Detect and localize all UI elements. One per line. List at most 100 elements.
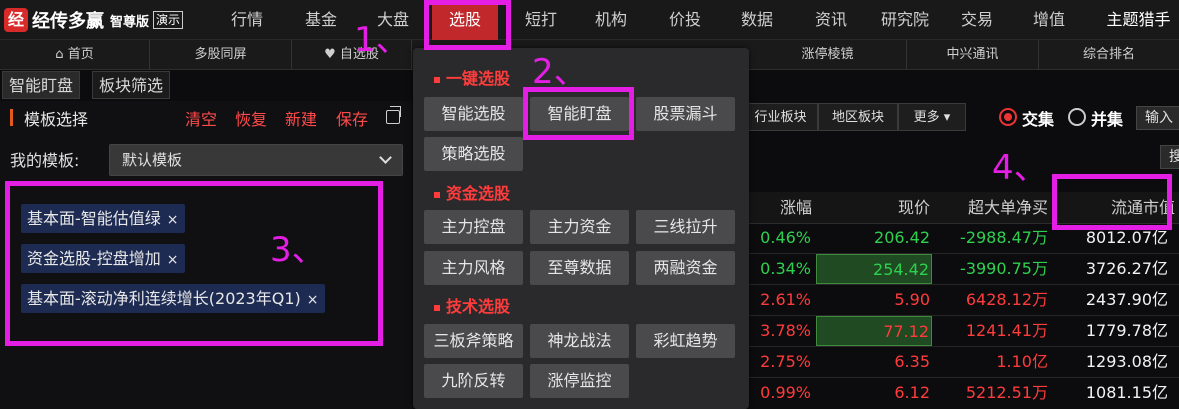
menu-main-style[interactable]: 主力风格: [424, 251, 523, 285]
subnav-home-label: 首页: [67, 47, 94, 62]
row-change: 0.46%: [760, 228, 811, 247]
menu-limitup-monitor[interactable]: 涨停监控: [530, 364, 629, 398]
annotation-box-2: [523, 87, 634, 140]
row-change: 0.34%: [760, 259, 811, 278]
bullet-icon: [434, 304, 440, 311]
annotation-label-3: 3、: [270, 230, 326, 270]
annotation-label-1: 1、: [354, 20, 410, 60]
row-net-buy: 1.10亿: [996, 352, 1048, 371]
more-button[interactable]: 更多 ▾: [898, 103, 966, 131]
row-price: 6.12: [894, 383, 930, 402]
app-name: 经传多赢: [32, 11, 104, 32]
col-super-net-buy[interactable]: 超大单净买: [940, 193, 1048, 223]
panel-title-marker: [10, 109, 13, 126]
section-title: 资金选股: [446, 184, 511, 203]
row-net-buy: -2988.47万: [960, 228, 1048, 247]
row-net-buy: 6428.12万: [965, 290, 1048, 309]
annotation-label-4: 4、: [992, 148, 1048, 188]
row-change: 2.61%: [760, 290, 811, 309]
bullet-icon: [434, 191, 440, 198]
subnav-multi-screen[interactable]: 多股同屏: [150, 40, 292, 70]
nav-trade[interactable]: 交易: [946, 0, 1008, 40]
row-price: 5.90: [894, 290, 930, 309]
nav-short-trade[interactable]: 短打: [510, 0, 572, 40]
annotation-box-1: [424, 0, 511, 50]
nav-theme-hunter[interactable]: 主题猎手: [1098, 0, 1179, 40]
menu-main-control[interactable]: 主力控盘: [424, 210, 523, 244]
union-radio[interactable]: [1068, 108, 1086, 126]
menu-smart-pick[interactable]: 智能选股: [424, 97, 523, 131]
menu-strategy-pick[interactable]: 策略选股: [424, 137, 523, 171]
nav-quotes[interactable]: 行情: [216, 0, 278, 40]
home-icon: ⌂: [55, 47, 64, 62]
intersect-radio[interactable]: [999, 108, 1017, 126]
subnav-zte[interactable]: 中兴通讯: [907, 40, 1039, 70]
section-title: 技术选股: [446, 297, 511, 316]
col-change[interactable]: 涨幅: [760, 193, 812, 223]
region-sector-button[interactable]: 地区板块: [818, 103, 898, 131]
app-logo: 经 经传多赢 智尊版 演示: [4, 7, 184, 33]
menu-dragon-tactic[interactable]: 神龙战法: [530, 324, 629, 358]
logo-mark-icon: 经: [4, 8, 28, 32]
nav-institutions[interactable]: 机构: [580, 0, 642, 40]
row-net-buy: 5212.51万: [965, 383, 1048, 402]
new-button[interactable]: 新建: [285, 106, 317, 130]
menu-stock-funnel[interactable]: 股票漏斗: [636, 97, 735, 131]
union-label: 并集: [1091, 110, 1124, 129]
nav-data[interactable]: 数据: [726, 0, 788, 40]
section-tech-pick: 技术选股: [434, 293, 510, 317]
row-float-cap: 2437.90亿: [1085, 290, 1168, 309]
menu-rainbow-trend[interactable]: 彩虹趋势: [636, 324, 735, 358]
template-select[interactable]: 默认模板: [109, 144, 403, 176]
intersect-label: 交集: [1022, 110, 1055, 129]
menu-margin-funds[interactable]: 两融资金: [636, 251, 735, 285]
menu-three-line-rise[interactable]: 三线拉升: [636, 210, 735, 244]
nav-news[interactable]: 资讯: [800, 0, 862, 40]
section-fund-pick: 资金选股: [434, 180, 510, 204]
annotation-label-2: 2、: [532, 52, 588, 92]
my-template-label: 我的模板:: [10, 151, 80, 170]
tab-smart-watch[interactable]: 智能盯盘: [2, 71, 81, 99]
menu-three-axe[interactable]: 三板斧策略: [424, 324, 523, 358]
chevron-down-icon: [379, 151, 392, 164]
nav-funds[interactable]: 基金: [290, 0, 352, 40]
row-net-buy: -3990.75万: [960, 259, 1048, 278]
nav-research[interactable]: 研究院: [870, 0, 940, 40]
row-change: 2.75%: [760, 352, 811, 371]
copy-icon[interactable]: [386, 106, 401, 124]
row-float-cap: 1779.78亿: [1085, 321, 1168, 340]
clear-button[interactable]: 清空: [185, 106, 217, 130]
col-price[interactable]: 现价: [840, 193, 930, 223]
subnav-home[interactable]: ⌂ 首页: [0, 40, 150, 70]
annotation-box-4: [1052, 174, 1172, 230]
nav-value-added[interactable]: 增值: [1018, 0, 1080, 40]
restore-button[interactable]: 恢复: [235, 106, 267, 130]
row-price: 254.42: [816, 254, 932, 284]
bullet-icon: [434, 76, 440, 83]
row-float-cap: 1081.15亿: [1085, 383, 1168, 402]
row-price: 77.12: [816, 316, 932, 346]
demo-badge[interactable]: 演示: [153, 11, 184, 29]
nav-value-invest[interactable]: 价投: [654, 0, 716, 40]
tab-sector-filter[interactable]: 板块筛选: [92, 71, 171, 99]
annotation-box-3: [5, 181, 383, 346]
row-change: 3.78%: [760, 321, 811, 340]
subnav-limitup-prism[interactable]: 涨停棱镜: [749, 40, 907, 70]
panel-title: 模板选择: [24, 110, 89, 129]
row-float-cap: 3726.27亿: [1085, 259, 1168, 278]
industry-sector-button[interactable]: 行业板块: [743, 103, 818, 131]
row-float-cap: 1293.08亿: [1085, 352, 1168, 371]
save-button[interactable]: 保存: [336, 106, 368, 130]
search-button[interactable]: 搜: [1160, 145, 1179, 169]
stock-input[interactable]: 输入: [1136, 106, 1179, 130]
template-select-value: 默认模板: [122, 151, 183, 169]
menu-nine-reversal[interactable]: 九阶反转: [424, 364, 523, 398]
menu-main-funds[interactable]: 主力资金: [530, 210, 629, 244]
app-edition: 智尊版: [110, 14, 150, 30]
section-title: 一键选股: [446, 69, 511, 88]
heart-icon: ♥: [324, 47, 336, 62]
subnav-ranking[interactable]: 综合排名: [1039, 40, 1179, 70]
row-price: 206.42: [874, 228, 930, 247]
row-price: 6.35: [894, 352, 930, 371]
menu-supreme-data[interactable]: 至尊数据: [530, 251, 629, 285]
